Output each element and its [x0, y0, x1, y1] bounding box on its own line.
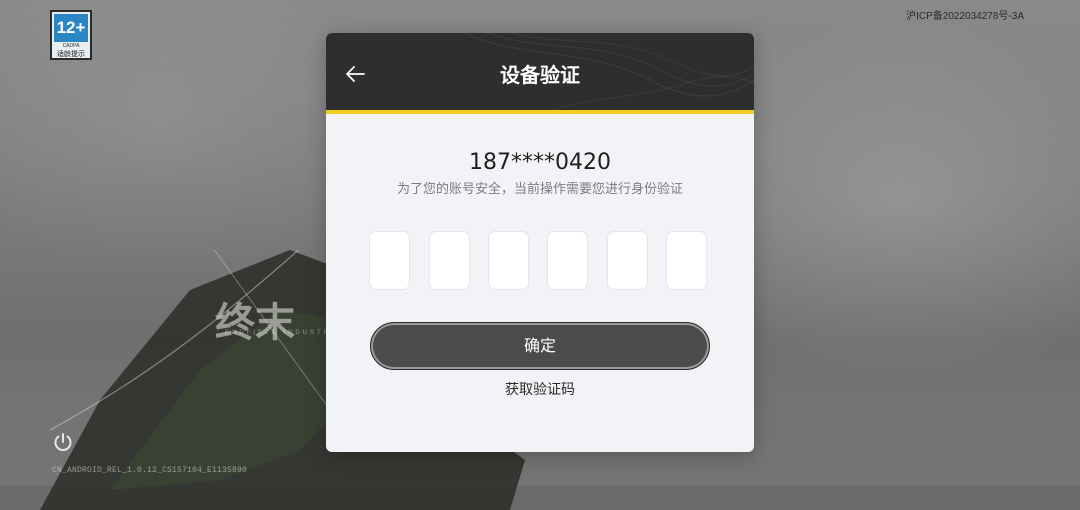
game-logo: 终末	[215, 300, 295, 346]
build-version-text: CN_ANDROID_REL_1.0.12_CS157104_E1135890	[52, 466, 248, 475]
power-icon	[54, 433, 72, 451]
power-button[interactable]	[52, 431, 74, 453]
code-digit-input-4[interactable]	[547, 231, 588, 290]
code-digit-input-2[interactable]	[429, 231, 470, 290]
device-verification-dialog: 设备验证 187****0420 为了您的账号安全，当前操作需要您进行身份验证 …	[326, 33, 754, 452]
confirm-button[interactable]: 确定	[370, 322, 710, 370]
age-rating-org: CADPA	[62, 43, 80, 49]
verification-description: 为了您的账号安全，当前操作需要您进行身份验证	[396, 182, 683, 197]
masked-phone-number: 187****0420	[469, 150, 611, 175]
code-digit-input-6[interactable]	[666, 231, 707, 290]
age-rating-note: 适龄提示	[57, 50, 85, 58]
age-rating-badge: 12+ CADPA 适龄提示	[50, 10, 92, 60]
code-digit-input-3[interactable]	[488, 231, 529, 290]
dialog-title: 设备验证	[500, 63, 580, 87]
get-code-link[interactable]: 获取验证码	[326, 379, 754, 401]
verification-code-inputs	[369, 231, 710, 292]
code-digit-input-1[interactable]	[369, 231, 410, 290]
header-accent-bar	[326, 110, 754, 114]
icp-license-text: 沪ICP备2022034278号-3A	[906, 11, 1024, 22]
age-rating-number: 12+	[54, 14, 88, 42]
code-digit-input-5[interactable]	[607, 231, 648, 290]
dialog-header: 设备验证	[326, 33, 754, 114]
